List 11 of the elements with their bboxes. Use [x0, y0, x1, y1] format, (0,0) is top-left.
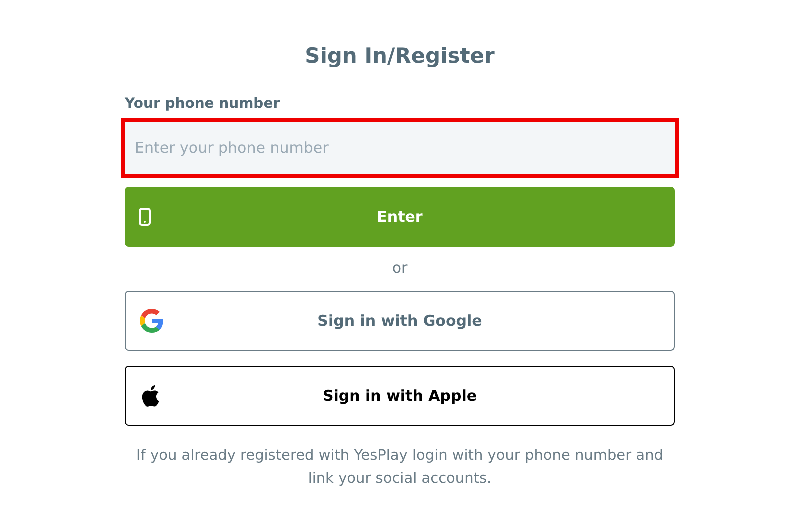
- apple-icon: [140, 384, 160, 408]
- apple-sign-in-button[interactable]: Sign in with Apple: [125, 366, 675, 426]
- phone-icon: [139, 208, 151, 226]
- phone-input-field[interactable]: Enter your phone number: [121, 118, 679, 178]
- field-label: Your phone number: [125, 96, 282, 112]
- enter-button[interactable]: Enter: [125, 187, 675, 247]
- page-title: Sign In/Register: [304, 44, 496, 68]
- or-separator: or: [391, 259, 409, 277]
- google-sign-in-button[interactable]: Sign in with Google: [125, 291, 675, 351]
- info-note: If you already registered with YesPlay login with your phone number and link your social accounts.: [136, 447, 664, 489]
- google-icon: [140, 309, 164, 333]
